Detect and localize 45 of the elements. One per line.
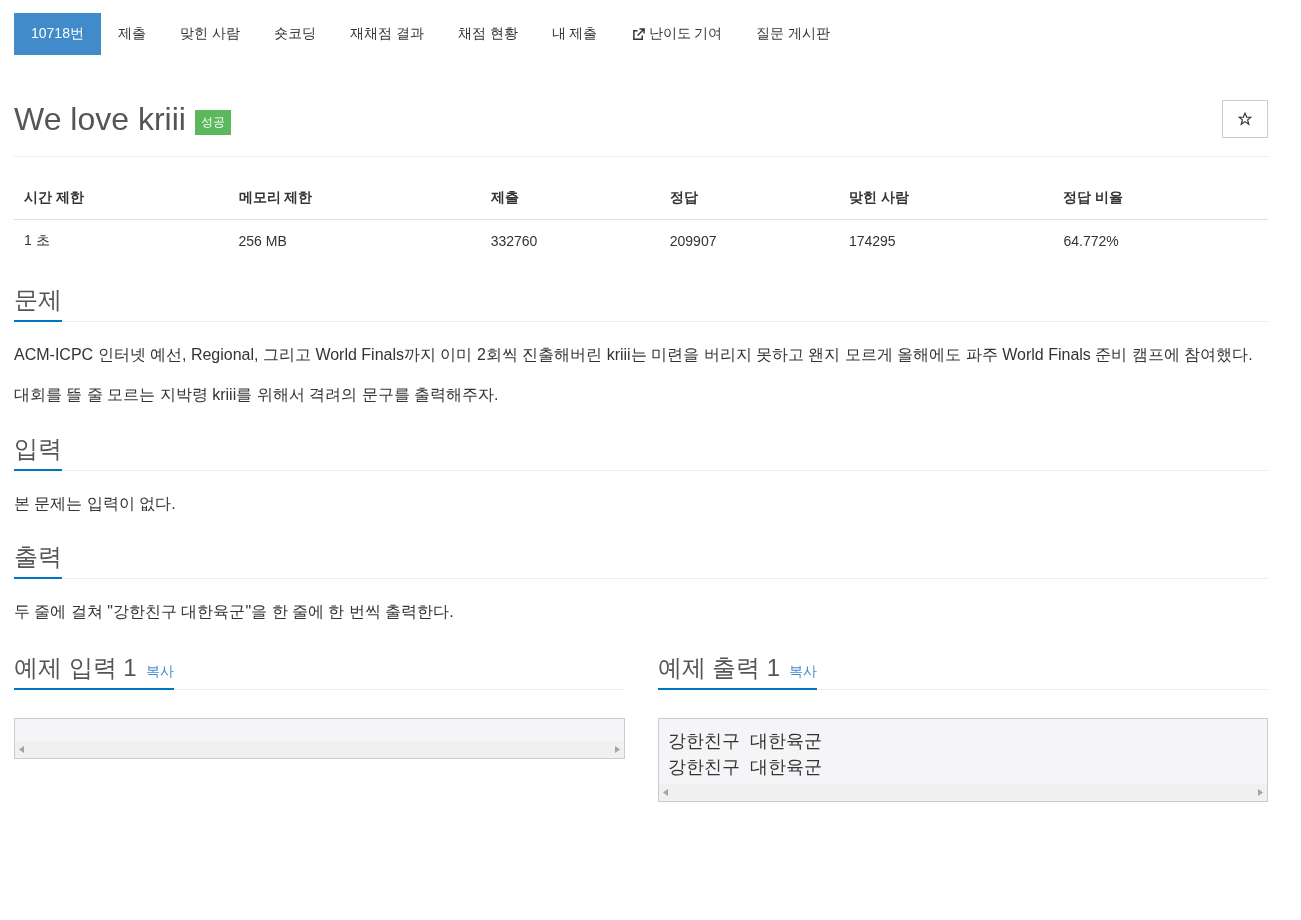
column-header: 메모리 제한	[228, 177, 481, 220]
table-cell: 256 MB	[228, 219, 481, 262]
star-icon	[1238, 112, 1252, 126]
table-cell: 64.772%	[1053, 219, 1268, 262]
nav-tab[interactable]: 내 제출	[534, 13, 615, 55]
right-arrow-icon[interactable]	[1258, 788, 1263, 796]
copy-link[interactable]: 복사	[145, 662, 174, 681]
table-cell: 174295	[838, 219, 1054, 262]
favorite-button[interactable]	[1222, 100, 1268, 138]
left-arrow-icon[interactable]	[19, 745, 24, 753]
sample-line: 강한친구 대한육군	[667, 754, 824, 779]
nav-tab[interactable]: 난이도 기여	[614, 13, 740, 55]
nav-tab[interactable]: 맞힌 사람	[162, 13, 257, 55]
table-cell: 332760	[480, 219, 660, 262]
column-header: 제출	[480, 177, 660, 220]
paragraph: 대회를 뜰 줄 모르는 지박령 kriii를 위해서 격려의 문구를 출력해주자.	[14, 385, 500, 406]
sample-heading: 예제 입력 1	[14, 652, 137, 683]
scrollbar[interactable]	[658, 783, 1267, 801]
column-header: 맞힌 사람	[838, 177, 1054, 220]
nav-tab[interactable]: 재채점 결과	[332, 13, 441, 55]
section-heading: 입력	[14, 432, 62, 471]
right-arrow-icon[interactable]	[614, 745, 620, 753]
paragraph: ACM-ICPC 인터넷 예선, Regional, 그리고 World Finals까지 이미 2회씩 진출해버린 kriii는 미련을 버리지 못하고 왠지 모르게 올해에도 파주 World Finals 준비 캠프에 참여했다.	[14, 345, 1254, 365]
copy-link[interactable]: 복사	[789, 662, 818, 681]
nav-tab[interactable]: 숏코딩	[256, 13, 333, 55]
section-heading: 문제	[14, 284, 62, 322]
column-header: 시간 제한	[14, 177, 229, 220]
table-cell: 209907	[659, 219, 839, 262]
nav-tab[interactable]: 제출	[100, 13, 163, 55]
nav-tab[interactable]: 10718번	[14, 13, 101, 55]
external-link-icon	[631, 27, 645, 41]
sample-heading: 예제 출력 1	[657, 652, 781, 683]
table-cell: 1 초	[14, 219, 229, 262]
section-heading: 출력	[14, 541, 62, 580]
paragraph: 본 문제는 입력이 없다.	[14, 493, 177, 514]
nav-tab[interactable]: 질문 게시판	[739, 13, 848, 55]
status-badge: 성공	[194, 109, 231, 135]
problem-title: We love kriii	[14, 100, 186, 138]
column-header: 정답 비율	[1053, 177, 1268, 220]
scrollbar[interactable]	[15, 740, 624, 758]
sample-line: 강한친구 대한육군	[667, 728, 824, 753]
nav-tab[interactable]: 채점 현황	[440, 13, 535, 55]
left-arrow-icon[interactable]	[662, 788, 668, 796]
paragraph: 두 줄에 걸쳐 "강한친구 대한육군"을 한 줄에 한 번씩 출력한다.	[14, 602, 455, 623]
column-header: 정답	[659, 177, 839, 220]
